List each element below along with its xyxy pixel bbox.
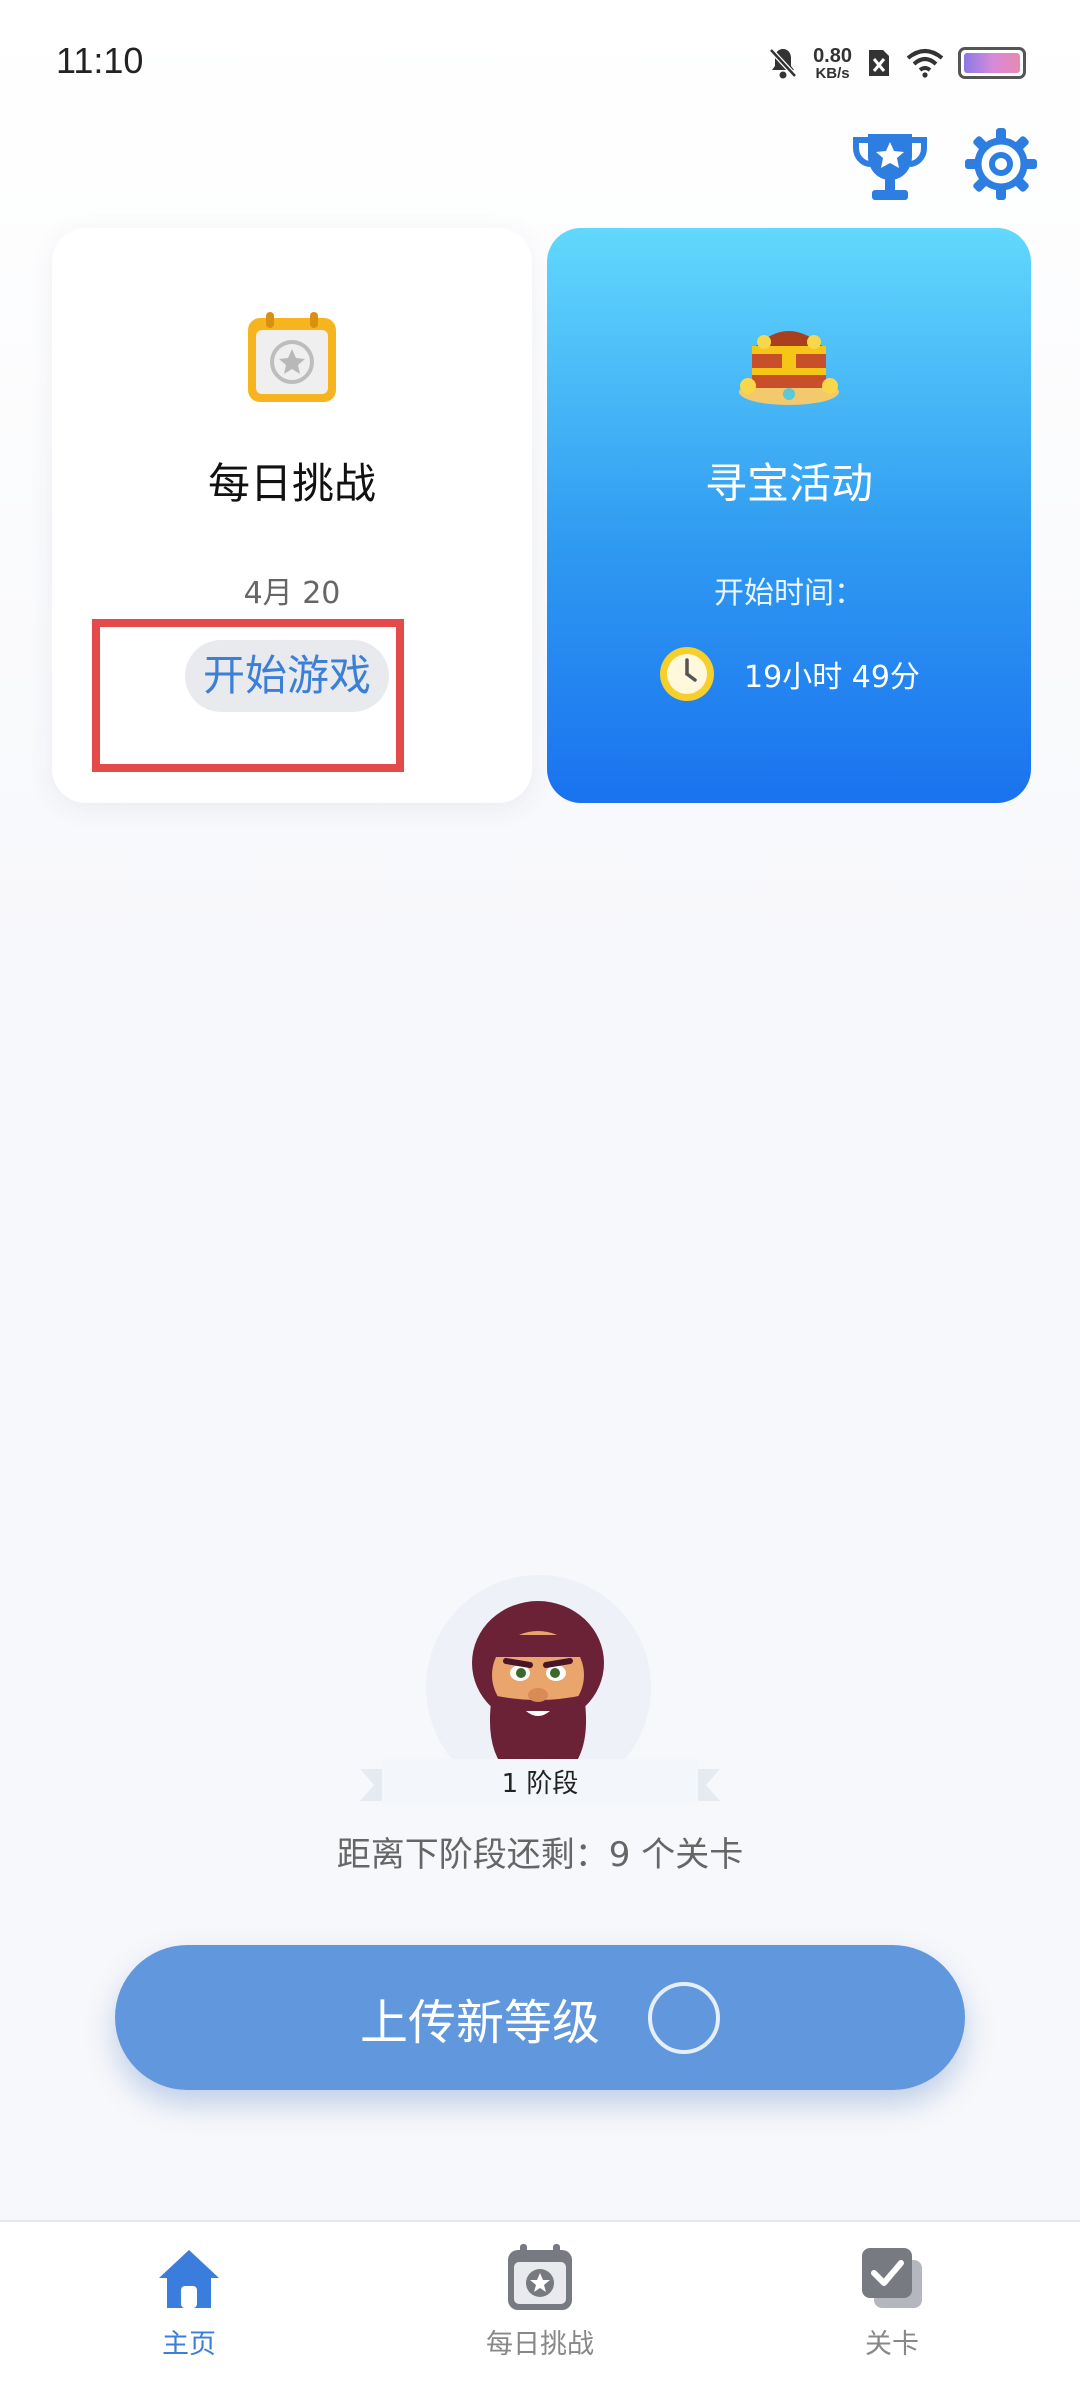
- status-time: 11:10: [56, 40, 144, 81]
- trophy-icon[interactable]: [850, 126, 930, 206]
- calendar-icon: [508, 2244, 572, 2310]
- daily-challenge-date: 4月 20: [243, 576, 341, 611]
- status-bar: 11:10 0.80 KB/s: [0, 0, 1080, 130]
- upload-button-label: 上传新等级: [359, 1994, 600, 2051]
- stage-label: 1 阶段: [501, 1769, 579, 1799]
- clock-icon: [658, 645, 716, 703]
- nav-label-levels: 关卡: [865, 2329, 919, 2360]
- nav-item-levels[interactable]: 关卡: [792, 2242, 992, 2361]
- highlight-box: [92, 619, 404, 772]
- nav-item-daily-challenge[interactable]: 每日挑战: [440, 2242, 640, 2361]
- sim-error-icon: [866, 47, 892, 79]
- treasure-timer: 19小时 49分: [547, 645, 1031, 703]
- mute-icon: [767, 46, 799, 80]
- remaining-levels-text: 距离下阶段还剩：9 个关卡: [336, 1835, 744, 1875]
- nav-label-daily-challenge: 每日挑战: [486, 2329, 594, 2360]
- status-icons: 0.80 KB/s: [767, 40, 1026, 86]
- upload-new-level-button[interactable]: 上传新等级: [115, 1945, 965, 2090]
- gear-icon[interactable]: [963, 126, 1039, 202]
- network-speed-unit: KB/s: [815, 64, 850, 82]
- treasure-start-label: 开始时间：: [714, 576, 864, 611]
- battery-fill: [964, 53, 1020, 73]
- stage-indicator: 1 阶段: [360, 1570, 720, 1820]
- stage-ribbon: 1 阶段: [360, 1755, 720, 1809]
- daily-challenge-title: 每日挑战: [207, 459, 376, 508]
- nav-label-home: 主页: [162, 2329, 216, 2360]
- calendar-star-icon: [244, 310, 340, 406]
- levels-icon: [862, 2248, 922, 2308]
- loading-spinner-icon: [648, 1981, 720, 2054]
- battery-icon: [958, 47, 1026, 79]
- network-speed: 0.80 KB/s: [813, 46, 852, 81]
- treasure-chest-icon: [734, 308, 844, 408]
- home-icon: [159, 2250, 219, 2308]
- treasure-hunt-title: 寻宝活动: [704, 459, 873, 508]
- treasure-hunt-card[interactable]: 寻宝活动 开始时间： 19小时 49分: [547, 228, 1031, 803]
- daily-challenge-card[interactable]: 每日挑战 4月 20 开始游戏: [52, 228, 532, 803]
- bottom-nav: 主页 每日挑战 关卡: [0, 2220, 1080, 2408]
- countdown-text: 19小时 49分: [744, 660, 920, 695]
- wifi-icon: [906, 48, 944, 78]
- network-speed-value: 0.80: [813, 44, 852, 67]
- nav-item-home[interactable]: 主页: [89, 2242, 289, 2361]
